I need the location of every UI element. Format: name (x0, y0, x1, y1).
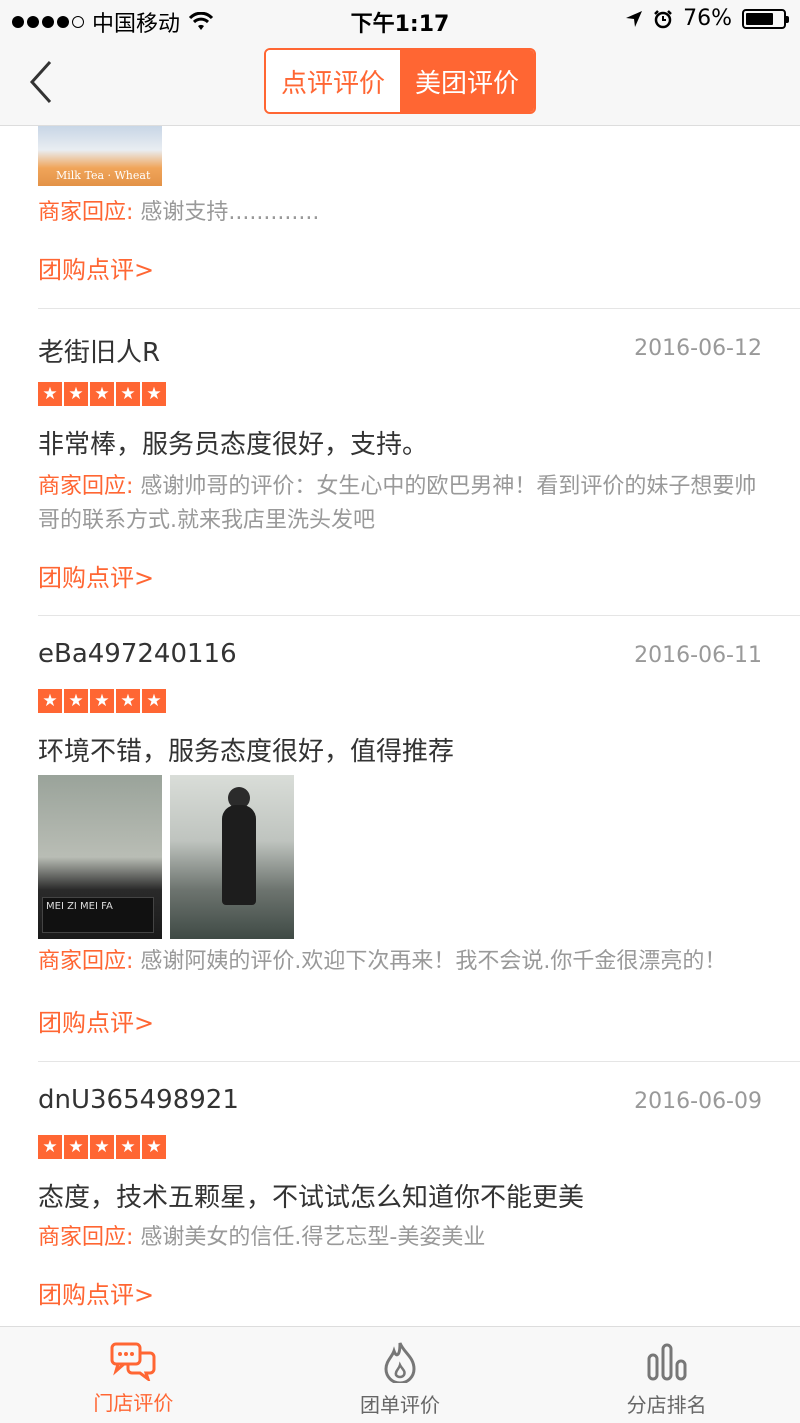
review-text: 非常棒，服务员态度很好，支持。 (38, 430, 429, 460)
location-arrow-icon (626, 10, 643, 27)
merchant-reply: 商家回应: 感谢美女的信任.得艺忘型-美姿美业 (38, 1221, 758, 1255)
chevron-left-icon (29, 60, 52, 104)
group-buy-review-link[interactable]: 团购点评> (38, 250, 154, 285)
star-icon: ★ (116, 1135, 140, 1159)
tab-label: 门店评价 (93, 1391, 174, 1415)
review-photo-thumbnail[interactable]: Milk Tea · Wheat (38, 126, 162, 186)
review-date: 2016-06-12 (634, 336, 762, 361)
review-date: 2016-06-09 (634, 1089, 762, 1114)
rating-stars: ★ ★ ★ ★ ★ (38, 689, 166, 713)
merchant-reply-text: 感谢美女的信任.得艺忘型-美姿美业 (133, 1225, 486, 1250)
review-text: 环境不错，服务态度很好，值得推荐 (38, 737, 455, 767)
reviewer-name: dnU365498921 (38, 1085, 239, 1115)
navigation-bar: 点评评价 美团评价 (0, 40, 800, 126)
star-icon: ★ (142, 689, 166, 713)
group-buy-review-link[interactable]: 团购点评> (38, 558, 154, 593)
rating-stars: ★ ★ ★ ★ ★ (38, 382, 166, 406)
review-item: dnU365498921 2016-06-09 ★ ★ ★ ★ ★ 态度，技术五… (0, 1061, 800, 1326)
flame-icon (384, 1342, 416, 1383)
group-buy-review-link[interactable]: 团购点评> (38, 1275, 154, 1310)
merchant-reply-label: 商家回应: (38, 200, 134, 225)
merchant-reply-label: 商家回应: (38, 949, 134, 974)
review-photo[interactable] (170, 775, 294, 939)
alarm-clock-icon (654, 9, 672, 28)
bar-chart-icon (647, 1343, 687, 1381)
battery-fill (746, 12, 774, 25)
tab-deal-reviews[interactable]: 团单评价 (267, 1327, 534, 1423)
star-icon: ★ (142, 1135, 166, 1159)
tab-label: 团单评价 (360, 1393, 440, 1417)
star-icon: ★ (38, 689, 62, 713)
merchant-reply: 商家回应: 感谢支持............. (38, 196, 319, 230)
tab-branch-ranking[interactable]: 分店排名 (533, 1327, 800, 1423)
merchant-reply: 商家回应: 感谢帅哥的评价：女生心中的欧巴男神！看到评价的妹子想要帅哥的联系方式… (38, 470, 758, 538)
review-date: 2016-06-11 (634, 643, 762, 668)
reviews-list[interactable]: Milk Tea · Wheat 商家回应: 感谢支持.............… (0, 126, 800, 1326)
status-right: 76% (625, 6, 789, 31)
segment-meituan-reviews[interactable]: 美团评价 (400, 50, 534, 112)
chat-bubbles-icon (110, 1342, 156, 1381)
star-icon: ★ (90, 1135, 114, 1159)
star-icon: ★ (90, 382, 114, 406)
star-icon: ★ (64, 382, 88, 406)
photo-signboard: MEI ZI MEI FA (42, 897, 154, 933)
review-text: 态度，技术五颗星，不试试怎么知道你不能更美 (38, 1183, 585, 1213)
merchant-reply-label: 商家回应: (38, 474, 134, 499)
review-item: eBa497240116 2016-06-11 ★ ★ ★ ★ ★ 环境不错，服… (0, 615, 800, 1061)
review-photo[interactable]: MEI ZI MEI FA (38, 775, 162, 939)
star-icon: ★ (64, 689, 88, 713)
star-icon: ★ (116, 689, 140, 713)
star-icon: ★ (142, 382, 166, 406)
rating-stars: ★ ★ ★ ★ ★ (38, 1135, 166, 1159)
review-item: 老街旧人R 2016-06-12 ★ ★ ★ ★ ★ 非常棒，服务员态度很好，支… (0, 308, 800, 616)
tab-store-reviews[interactable]: 门店评价 (0, 1327, 267, 1423)
merchant-reply-text: 感谢支持............. (133, 200, 320, 225)
star-icon: ★ (64, 1135, 88, 1159)
back-button[interactable] (24, 58, 64, 106)
merchant-reply: 商家回应: 感谢阿姨的评价.欢迎下次再来！我不会说.你千金很漂亮的！ (38, 945, 758, 979)
photo-person (222, 805, 256, 905)
tab-label: 分店排名 (626, 1393, 707, 1417)
review-source-switch: 点评评价 美团评价 (264, 48, 536, 114)
segment-dianping-reviews[interactable]: 点评评价 (266, 50, 400, 112)
merchant-reply-text: 感谢帅哥的评价：女生心中的欧巴男神！看到评价的妹子想要帅哥的联系方式.就来我店里… (38, 474, 757, 533)
battery-percent: 76% (683, 6, 732, 31)
merchant-reply-text: 感谢阿姨的评价.欢迎下次再来！我不会说.你千金很漂亮的！ (133, 949, 727, 974)
group-buy-review-link[interactable]: 团购点评> (38, 1003, 154, 1038)
star-icon: ★ (38, 1135, 62, 1159)
star-icon: ★ (38, 382, 62, 406)
bottom-tab-bar: 门店评价 团单评价 分店排名 (0, 1326, 800, 1423)
battery-icon (742, 8, 789, 29)
merchant-reply-label: 商家回应: (38, 1225, 134, 1250)
reviewer-name: eBa497240116 (38, 639, 237, 669)
status-bar: 中国移动 下午1:17 76% (0, 0, 800, 40)
reviewer-name: 老街旧人R (38, 338, 161, 368)
photo-decoration: Milk Tea · Wheat (56, 169, 151, 182)
star-icon: ★ (116, 382, 140, 406)
star-icon: ★ (90, 689, 114, 713)
